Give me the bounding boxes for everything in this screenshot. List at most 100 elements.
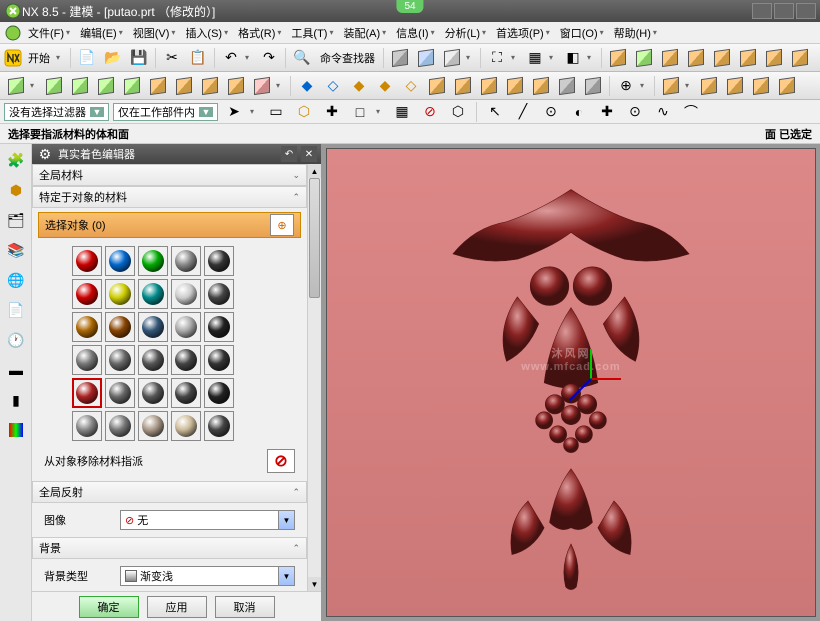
t2-23-icon[interactable]: ⊕ — [614, 74, 638, 98]
close-button[interactable] — [796, 3, 816, 19]
material-swatch[interactable] — [138, 279, 168, 309]
scroll-thumb[interactable] — [309, 178, 320, 298]
sf-3-icon[interactable]: ⬡ — [292, 100, 316, 124]
t2-27-icon[interactable] — [749, 74, 773, 98]
material-swatch[interactable] — [171, 246, 201, 276]
material-swatch[interactable] — [204, 312, 234, 342]
material-swatch[interactable] — [72, 312, 102, 342]
sf-11-icon[interactable]: ⊙ — [539, 100, 563, 124]
material-swatch[interactable] — [204, 279, 234, 309]
t2-9-icon[interactable] — [224, 74, 248, 98]
t2-13-icon[interactable]: ◆ — [347, 74, 371, 98]
dialog-titlebar[interactable]: ⚙ 真实着色编辑器 ↶ ✕ — [32, 144, 321, 164]
material-swatch[interactable] — [204, 246, 234, 276]
material-swatch[interactable] — [105, 312, 135, 342]
undo-icon[interactable]: ↶ — [219, 46, 243, 70]
t2-4-icon[interactable] — [94, 74, 118, 98]
t2-1-icon[interactable] — [4, 74, 28, 98]
t2-26-icon[interactable] — [723, 74, 747, 98]
sf-12-icon[interactable]: ◐ — [567, 100, 591, 124]
t2-6-icon[interactable] — [146, 74, 170, 98]
feat6-icon[interactable] — [736, 46, 760, 70]
t2-22-icon[interactable] — [581, 74, 605, 98]
open-file-icon[interactable]: 📂 — [101, 46, 125, 70]
copy-icon[interactable]: 📋 — [186, 46, 210, 70]
sf-1-icon[interactable]: ➤ — [222, 100, 246, 124]
t2-2-icon[interactable] — [42, 74, 66, 98]
orient-icon[interactable]: ◧ — [561, 46, 585, 70]
feat7-icon[interactable] — [762, 46, 786, 70]
material-swatch[interactable] — [138, 378, 168, 408]
t2-19-icon[interactable] — [503, 74, 527, 98]
sf-2-icon[interactable]: ▭ — [264, 100, 288, 124]
t2-16-icon[interactable] — [425, 74, 449, 98]
material-swatch[interactable] — [72, 378, 102, 408]
feat8-icon[interactable] — [788, 46, 812, 70]
image-combo[interactable]: ⊘无 ▼ — [120, 510, 295, 530]
apply-button[interactable]: 应用 — [147, 596, 207, 618]
selection-filter-dropdown[interactable]: 没有选择过滤器▼ — [4, 103, 109, 121]
scroll-up-icon[interactable]: ▲ — [308, 164, 321, 178]
menu-format[interactable]: 格式(R)▾ — [234, 23, 285, 43]
t2-24-icon[interactable] — [659, 74, 683, 98]
resource-history-icon[interactable]: 📄 — [2, 296, 30, 324]
sf-4-icon[interactable]: ✚ — [320, 100, 344, 124]
t2-7-icon[interactable] — [172, 74, 196, 98]
sf-5-icon[interactable]: □ — [348, 100, 372, 124]
menu-file[interactable]: 文件(F)▾ — [24, 23, 74, 43]
sf-8-icon[interactable]: ⬡ — [446, 100, 470, 124]
dialog-undo-button[interactable]: ↶ — [281, 146, 297, 162]
menu-help[interactable]: 帮助(H)▾ — [610, 23, 661, 43]
selection-scope-dropdown[interactable]: 仅在工作部件内▼ — [113, 103, 218, 121]
section-background[interactable]: 背景⌃ — [32, 537, 307, 559]
feat4-icon[interactable] — [684, 46, 708, 70]
material-swatch[interactable] — [105, 345, 135, 375]
t2-14-icon[interactable]: ◆ — [373, 74, 397, 98]
material-swatch[interactable] — [72, 411, 102, 441]
menu-window[interactable]: 窗口(O)▾ — [556, 23, 608, 43]
dialog-close-button[interactable]: ✕ — [301, 146, 317, 162]
fit-view-icon[interactable]: ⛶ — [485, 46, 509, 70]
feat3-icon[interactable] — [658, 46, 682, 70]
menu-info[interactable]: 信息(I)▾ — [392, 23, 438, 43]
resource-assembly-icon[interactable]: 🧩 — [2, 146, 30, 174]
t2-20-icon[interactable] — [529, 74, 553, 98]
material-swatch[interactable] — [105, 378, 135, 408]
resource-clock-icon[interactable]: 🕐 — [2, 326, 30, 354]
t2-18-icon[interactable] — [477, 74, 501, 98]
t2-17-icon[interactable] — [451, 74, 475, 98]
select-object-row[interactable]: 选择对象 (0) ⊕ — [38, 212, 301, 238]
minimize-button[interactable] — [752, 3, 772, 19]
t2-3-icon[interactable] — [68, 74, 92, 98]
sf-10-icon[interactable]: ╱ — [511, 100, 535, 124]
t2-28-icon[interactable] — [775, 74, 799, 98]
dialog-scrollbar[interactable]: ▲ ▼ — [307, 164, 321, 591]
maximize-button[interactable] — [774, 3, 794, 19]
t2-25-icon[interactable] — [697, 74, 721, 98]
material-swatch[interactable] — [72, 246, 102, 276]
bg-type-combo[interactable]: 渐变浅 ▼ — [120, 566, 295, 586]
resource-roles1-icon[interactable]: ▬ — [2, 356, 30, 384]
resource-constraint-icon[interactable]: ⬢ — [2, 176, 30, 204]
sf-6-icon[interactable]: ▦ — [390, 100, 414, 124]
scroll-down-icon[interactable]: ▼ — [308, 577, 321, 591]
material-swatch[interactable] — [171, 411, 201, 441]
menu-assembly[interactable]: 装配(A)▾ — [339, 23, 390, 43]
menu-analysis[interactable]: 分析(L)▾ — [441, 23, 490, 43]
chevron-down-icon[interactable]: ▼ — [278, 511, 294, 529]
sf-9-icon[interactable]: ↖ — [483, 100, 507, 124]
material-swatch[interactable] — [138, 246, 168, 276]
command-finder-icon[interactable]: 🔍 — [290, 46, 314, 70]
material-swatch[interactable] — [138, 345, 168, 375]
section-object-material[interactable]: 特定于对象的材料⌃ — [32, 186, 307, 208]
material-swatch[interactable] — [72, 345, 102, 375]
resource-partnav-icon[interactable]: 🗂 — [2, 206, 30, 234]
material-swatch[interactable] — [171, 345, 201, 375]
material-swatch[interactable] — [105, 279, 135, 309]
material-swatch[interactable] — [204, 345, 234, 375]
menu-prefs[interactable]: 首选项(P)▾ — [492, 23, 554, 43]
save-icon[interactable]: 💾 — [127, 46, 151, 70]
sf-14-icon[interactable]: ⊙ — [623, 100, 647, 124]
material-swatch[interactable] — [138, 411, 168, 441]
t2-21-icon[interactable] — [555, 74, 579, 98]
